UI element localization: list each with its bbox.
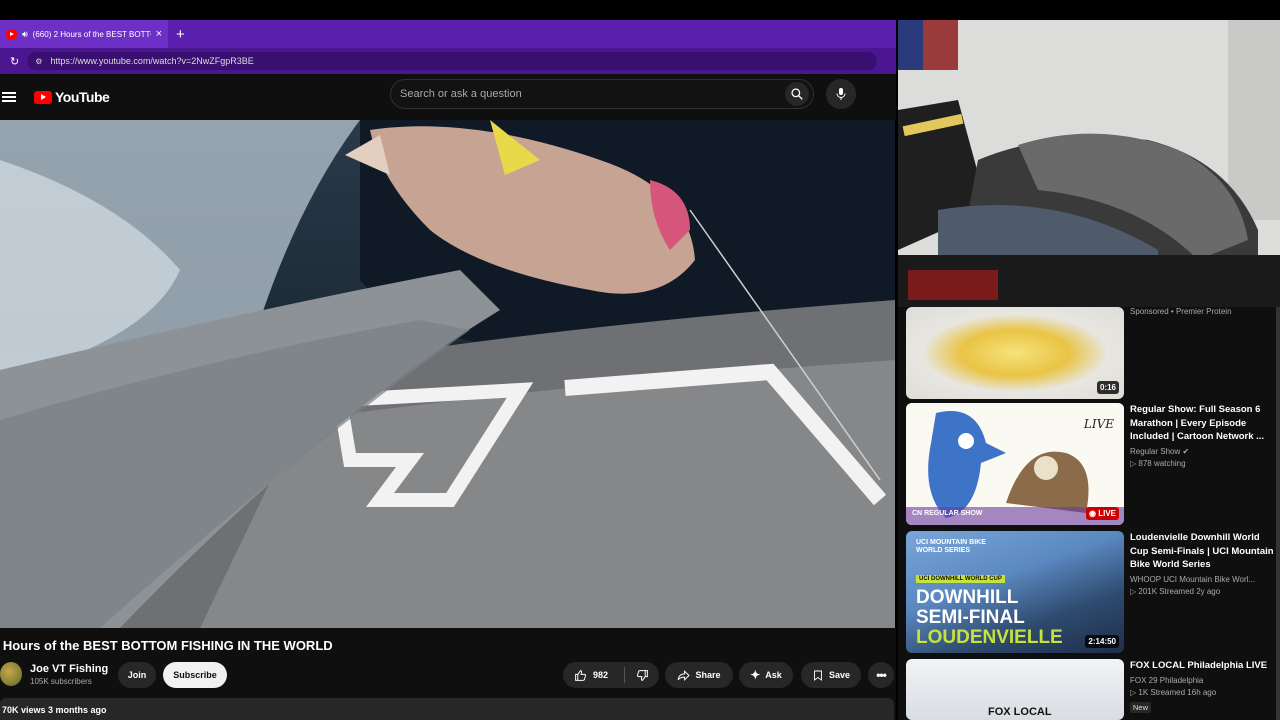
subscribe-button[interactable]: Subscribe (163, 662, 227, 688)
channel-info[interactable]: Joe VT Fishing 105K subscribers (0, 662, 108, 686)
video-title[interactable]: Loudenvielle Downhill World Cup Semi-Fin… (1130, 531, 1280, 572)
youtube-play-icon (34, 90, 52, 104)
channel-avatar[interactable] (0, 662, 22, 686)
video-frame (0, 120, 895, 628)
video-thumbnail[interactable]: 0:16 (906, 307, 1124, 399)
thumb-downhill-text: DOWNHILL (916, 587, 1019, 608)
subscriber-count: 105K subscribers (30, 676, 92, 686)
save-label: Save (828, 670, 851, 680)
description-box[interactable]: 70K views 3 months ago (0, 698, 894, 720)
video-title[interactable]: Regular Show: Full Season 6 Marathon | E… (1130, 403, 1280, 444)
video-thumbnail[interactable]: CN REGULAR SHOW LIVE ◉ LIVE (906, 403, 1124, 525)
webcam-overlay (898, 20, 1280, 307)
bookmark-icon (814, 670, 822, 681)
microphone-icon (836, 88, 846, 100)
video-player[interactable] (0, 120, 895, 628)
join-button[interactable]: Join (118, 662, 156, 688)
new-badge: New (1130, 701, 1152, 713)
video-thumbnail[interactable]: FOX LOCAL (906, 659, 1124, 720)
youtube-logo-text: YouTube (55, 89, 110, 105)
hamburger-menu-icon[interactable] (2, 92, 16, 102)
channel-name[interactable]: Regular Show ✔︎ (1130, 447, 1280, 456)
youtube-logo[interactable]: YouTube (34, 89, 110, 105)
like-button[interactable]: 982 (563, 667, 625, 683)
video-title: 2 Hours of the BEST BOTTOM FISHING IN TH… (0, 638, 333, 653)
dislike-button[interactable] (625, 669, 659, 682)
voice-search-button[interactable] (826, 79, 856, 109)
more-horizontal-icon: ••• (876, 668, 887, 682)
site-info-icon[interactable]: ⚙︎ (35, 57, 42, 66)
tab-title: (660) 2 Hours of the BEST BOTTOM FISHING… (32, 29, 151, 39)
video-duration: 2:14:50 (1085, 635, 1119, 648)
address-bar: ↻ ⚙︎ https://www.youtube.com/watch?v=2Nw… (0, 48, 896, 74)
channel-name[interactable]: Joe VT Fishing (30, 663, 108, 675)
video-info: 2 Hours of the BEST BOTTOM FISHING IN TH… (0, 628, 896, 720)
thumb-cup-text: UCI DOWNHILL WORLD CUP (916, 575, 1005, 583)
more-actions-button[interactable]: ••• (868, 662, 894, 688)
share-label: Share (695, 670, 721, 680)
url-field[interactable]: ⚙︎ https://www.youtube.com/watch?v=2NwZF… (27, 52, 878, 70)
sponsored-label: Sponsored • Premier Protein (1130, 307, 1232, 316)
save-button[interactable]: Save (801, 662, 861, 688)
live-dot-icon: ◉ (1089, 509, 1099, 518)
thumbs-down-icon (636, 669, 648, 681)
like-dislike-group: 982 (563, 662, 659, 688)
share-button[interactable]: Share (665, 662, 733, 688)
sidebar-scrollbar[interactable] (1276, 307, 1280, 720)
browser-tabbar: 🔊︎ (660) 2 Hours of the BEST BOTTOM FISH… (0, 20, 896, 48)
views-and-date: 70K views 3 months ago (2, 705, 107, 715)
share-icon (678, 669, 691, 681)
video-thumbnail[interactable]: UCI MOUNTAIN BIKE WORLD SERIES UCI DOWNH… (906, 531, 1124, 653)
youtube-header: YouTube Search or ask a question (0, 74, 896, 120)
channel-name[interactable]: FOX 29 Philadelphia (1130, 676, 1280, 685)
url-text: https://www.youtube.com/watch?v=2NwZFgpR… (50, 56, 254, 66)
view-count: ▷ 878 watching (1130, 458, 1186, 468)
sparkle-icon: ✦ (750, 668, 761, 682)
thumb-fox-logo: FOX LOCAL (988, 706, 1052, 718)
close-tab-icon[interactable]: × (156, 28, 162, 40)
like-count: 982 (593, 670, 609, 680)
ask-label: Ask (765, 670, 782, 680)
webcam-room-image (898, 20, 1280, 307)
search-button[interactable] (785, 82, 809, 106)
screen: 🔊︎ (660) 2 Hours of the BEST BOTTOM FISH… (0, 0, 1280, 720)
youtube-favicon-icon (6, 28, 17, 40)
search-placeholder: Search or ask a question (400, 88, 522, 100)
recommendations-sidebar: 0:16 Sponsored • Premier Protein CN REGU… (898, 307, 1280, 720)
browser-tab[interactable]: 🔊︎ (660) 2 Hours of the BEST BOTTOM FISH… (0, 20, 168, 48)
search-input[interactable]: Search or ask a question (390, 79, 814, 109)
thumb-show-logo: CN REGULAR SHOW (912, 510, 983, 517)
thumb-series-text: UCI MOUNTAIN BIKE WORLD SERIES (916, 539, 986, 554)
live-badge: ◉ LIVE (1086, 507, 1119, 520)
video-title[interactable]: FOX LOCAL Philadelphia LIVE (1130, 659, 1280, 673)
video-duration: 0:16 (1096, 381, 1119, 394)
thumb-loudenvielle-text: LOUDENVIELLE (916, 627, 1063, 648)
thumbs-up-icon (575, 669, 587, 681)
thumb-live-word: LIVE (1083, 417, 1114, 431)
view-count: ▷ 1K Streamed 16h ago (1130, 687, 1217, 697)
reload-icon[interactable]: ↻ (10, 55, 19, 68)
speaker-icon[interactable]: 🔊︎ (22, 29, 28, 40)
ask-button[interactable]: ✦ Ask (739, 662, 793, 688)
channel-name[interactable]: WHOOP UCI Mountain Bike Worl... (1130, 575, 1280, 584)
thumb-semifinal-text: SEMI-FINAL (916, 607, 1025, 628)
view-count: ▷ 201K Streamed 2y ago (1130, 586, 1221, 596)
search-icon (791, 88, 803, 100)
new-tab-button[interactable]: + (176, 26, 185, 43)
verified-icon: ✔︎ (1182, 446, 1190, 456)
